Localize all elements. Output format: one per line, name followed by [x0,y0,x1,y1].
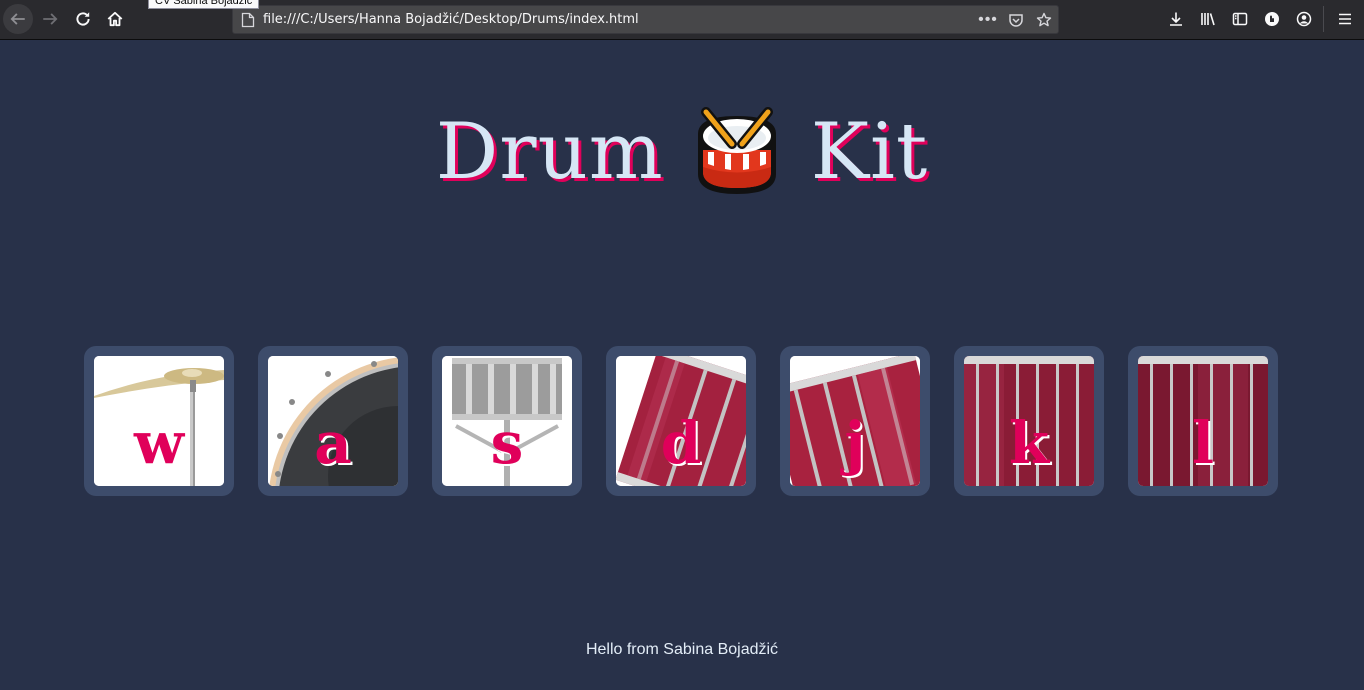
home-button[interactable] [100,4,130,34]
key-letter: l [1191,409,1215,477]
drum-key-s[interactable]: s [432,346,582,496]
drum-keys: w a s d j k l [84,346,1280,496]
library-button[interactable] [1198,9,1218,29]
sidebar-icon [1232,12,1248,26]
drum-key-a[interactable]: a [258,346,408,496]
hamburger-icon [1339,13,1351,25]
extension-icon [1265,12,1279,26]
key-letter: s [490,409,524,477]
key-letter: w [134,409,184,477]
drum-key-d[interactable]: d [606,346,756,496]
sidebar-button[interactable] [1230,9,1250,29]
key-letter: a [314,409,352,477]
drum-key-k[interactable]: k [954,346,1104,496]
pocket-button[interactable] [1007,11,1025,29]
key-letter: d [660,409,702,477]
arrow-right-icon [43,13,58,25]
downloads-button[interactable] [1166,9,1186,29]
back-button[interactable] [3,4,33,34]
title-word-kit: Kit [810,107,929,197]
title-word-drum: Drum [435,107,664,197]
tab-tooltip: CV Sabina Bojadžić [148,0,260,9]
key-letter: j [844,409,866,477]
account-button[interactable] [1294,9,1314,29]
home-icon [107,11,123,27]
drum-emoji-icon [698,107,777,194]
drum-key-l[interactable]: l [1128,346,1278,496]
drum-key-j[interactable]: j [780,346,930,496]
footer-text: Hello from Sabina Bojadžić [585,641,779,658]
arrow-left-icon [10,13,25,25]
pocket-icon [1009,14,1023,27]
address-bar[interactable]: file:///C:/Users/Hanna Bojadžić/Desktop/… [232,5,1059,34]
url-text[interactable]: file:///C:/Users/Hanna Bojadžić/Desktop/… [263,12,639,27]
account-icon [1296,11,1312,27]
library-icon [1201,13,1215,26]
reload-button[interactable] [68,4,98,34]
toolbar-separator [1323,6,1324,32]
drum-key-w[interactable]: w [84,346,234,496]
menu-button[interactable] [1335,9,1355,29]
reload-icon [76,12,90,26]
page-icon [241,12,255,28]
key-letter: k [1008,409,1050,477]
extension-button[interactable] [1262,9,1282,29]
page-title: Drum Kit [0,104,1364,200]
page-actions-button[interactable]: ••• [978,11,997,29]
star-icon [1036,12,1052,27]
bookmark-star-button[interactable] [1035,11,1053,29]
forward-button[interactable] [35,4,65,34]
download-icon [1170,12,1182,26]
